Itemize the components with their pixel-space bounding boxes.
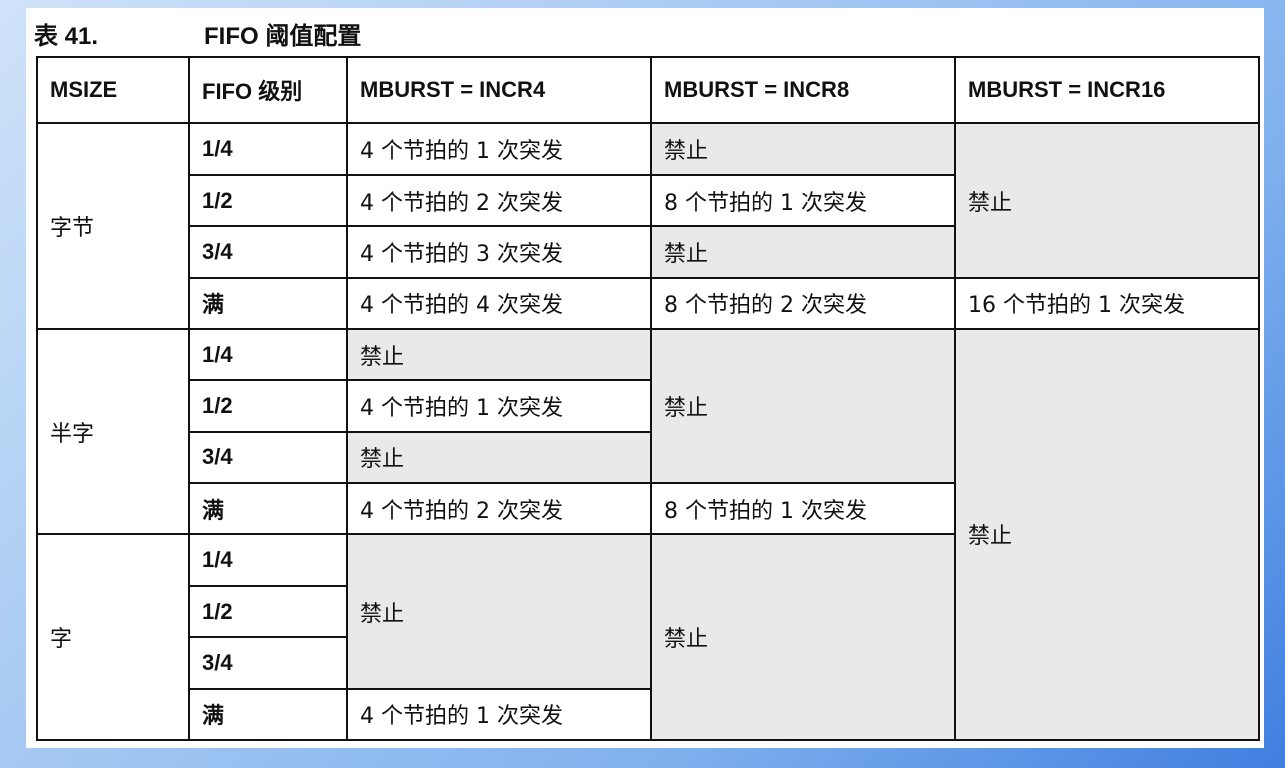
cell-forbidden: 禁止	[650, 122, 956, 176]
msize-byte: 字节	[36, 122, 190, 330]
cell-value: 4 个节拍的 1 次突发	[346, 122, 652, 176]
cell-forbidden: 禁止	[346, 430, 652, 485]
header-incr4: MBURST = INCR4	[346, 55, 652, 125]
level-cell: 1/4	[188, 122, 348, 176]
level-cell: 满	[188, 482, 348, 536]
cell-forbidden: 禁止	[954, 122, 1260, 279]
level-cell: 3/4	[188, 636, 348, 690]
document-page: 表 41. FIFO 阈值配置 MSIZE FIFO 级别 MBURST = I…	[26, 8, 1264, 748]
table-number: 表 41.	[34, 22, 99, 50]
cell-forbidden: 禁止	[650, 225, 956, 279]
cell-value: 8 个节拍的 1 次突发	[650, 173, 956, 228]
cell-value: 4 个节拍的 2 次突发	[346, 482, 652, 536]
cell-forbidden: 禁止	[346, 533, 652, 690]
cell-value: 4 个节拍的 3 次突发	[346, 225, 652, 279]
table-row: 半字 1/4 禁止 禁止 禁止	[36, 327, 1260, 742]
header-incr16: MBURST = INCR16	[954, 55, 1260, 125]
cell-forbidden: 禁止	[346, 327, 652, 382]
cell-value: 4 个节拍的 4 次突发	[346, 276, 652, 330]
header-fifo-level: FIFO 级别	[188, 55, 348, 125]
level-cell: 1/2	[188, 173, 348, 228]
header-msize: MSIZE	[36, 55, 190, 125]
cell-value: 8 个节拍的 1 次突发	[650, 482, 956, 536]
level-cell: 3/4	[188, 225, 348, 279]
table-row: 满 4 个节拍的 4 次突发 8 个节拍的 2 次突发 16 个节拍的 1 次突…	[37, 276, 1260, 330]
cell-value: 8 个节拍的 2 次突发	[650, 276, 956, 330]
fifo-threshold-table: MSIZE FIFO 级别 MBURST = INCR4 MBURST = IN…	[36, 55, 1260, 742]
level-cell: 1/4	[188, 533, 348, 587]
msize-halfword: 半字	[36, 327, 190, 536]
table-title: FIFO 阈值配置	[204, 22, 362, 50]
level-cell: 满	[188, 276, 348, 330]
msize-word: 字	[36, 533, 190, 741]
cell-value: 4 个节拍的 1 次突发	[346, 379, 652, 433]
level-cell: 满	[188, 687, 348, 742]
cell-value: 4 个节拍的 1 次突发	[346, 687, 652, 742]
table-caption: 表 41. FIFO 阈值配置	[34, 12, 361, 54]
cell-value: 4 个节拍的 2 次突发	[346, 173, 652, 228]
header-row: MSIZE FIFO 级别 MBURST = INCR4 MBURST = IN…	[36, 55, 1260, 125]
level-cell: 1/4	[188, 327, 348, 382]
cell-forbidden: 禁止	[954, 327, 1260, 742]
level-cell: 3/4	[188, 430, 348, 485]
cell-forbidden: 禁止	[650, 533, 956, 741]
level-cell: 1/2	[188, 379, 348, 433]
header-incr8: MBURST = INCR8	[650, 55, 956, 125]
table-row: 字节 1/4 4 个节拍的 1 次突发 禁止 禁止	[36, 122, 1260, 330]
level-cell: 1/2	[188, 584, 348, 639]
cell-value: 16 个节拍的 1 次突发	[954, 276, 1260, 330]
cell-forbidden: 禁止	[650, 327, 956, 485]
